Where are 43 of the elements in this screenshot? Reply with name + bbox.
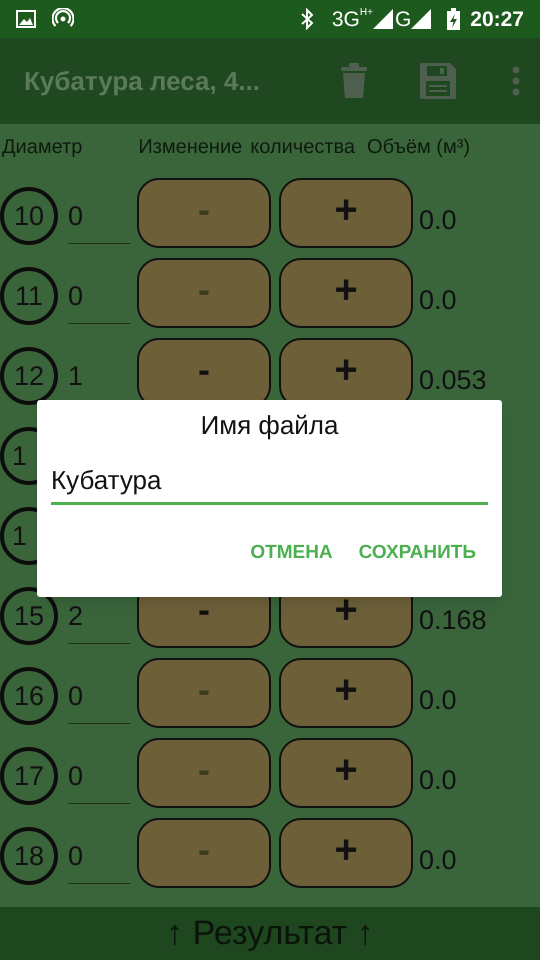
- diameter-label: 11: [0, 267, 58, 325]
- plus-button[interactable]: +: [279, 818, 413, 888]
- save-icon[interactable]: [420, 63, 456, 99]
- battery-charging-icon: [447, 8, 460, 30]
- network-badge-label: H+: [360, 8, 373, 18]
- image-icon: [16, 10, 36, 28]
- volume-value: 0.0: [419, 844, 457, 877]
- file-name-field[interactable]: Кубатура: [51, 459, 488, 505]
- trash-icon[interactable]: [340, 63, 368, 99]
- network-type-label: 3G: [332, 8, 360, 30]
- signal-icon: [411, 9, 432, 29]
- diameter-label: 16: [0, 667, 58, 725]
- volume-value: 0.0: [419, 684, 457, 717]
- plus-button[interactable]: +: [279, 738, 413, 808]
- dialog-button[interactable]: ОТМЕНА: [250, 539, 333, 568]
- clock-time: 20:27: [470, 8, 524, 30]
- count-field[interactable]: 0: [68, 756, 130, 804]
- plus-button[interactable]: +: [279, 178, 413, 248]
- column-header: Объём (м³): [367, 135, 470, 160]
- column-header: количества: [250, 135, 356, 160]
- column-header: Изменение: [138, 135, 242, 160]
- volume-value: 0.0: [419, 284, 457, 317]
- dialog-title: Имя файла: [200, 409, 340, 442]
- count-field[interactable]: 0: [68, 676, 130, 724]
- count-field[interactable]: 0: [68, 276, 130, 324]
- diameter-label: 17: [0, 747, 58, 805]
- volume-value: 0.0: [419, 204, 457, 237]
- network-type-label: G: [394, 8, 412, 30]
- plus-button[interactable]: +: [279, 658, 413, 728]
- diameter-label: 18: [0, 827, 58, 885]
- plus-button[interactable]: +: [279, 258, 413, 328]
- toolbar-title: Кубатура леса, 4...: [24, 64, 260, 98]
- volume-value: 0.053: [419, 364, 487, 397]
- volume-value: 0.0: [419, 764, 457, 797]
- count-field[interactable]: 0: [68, 836, 130, 884]
- signal-icon: [372, 9, 393, 29]
- diameter-label: 10: [0, 187, 58, 245]
- more-options-icon[interactable]: [512, 66, 520, 96]
- count-field[interactable]: 0: [68, 196, 130, 244]
- bluetooth-icon: [300, 8, 314, 30]
- dialog-button[interactable]: СОХРАНИТЬ: [358, 539, 476, 568]
- volume-value: 0.168: [419, 604, 487, 637]
- column-header: Диаметр: [2, 135, 82, 160]
